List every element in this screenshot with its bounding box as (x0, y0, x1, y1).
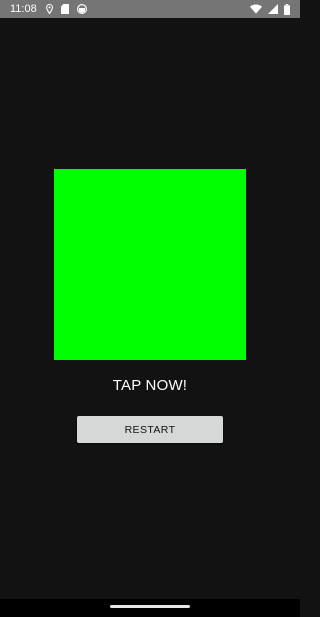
status-bar: 11:08 (0, 0, 300, 18)
home-gesture-handle[interactable] (110, 605, 190, 608)
app-screen: 11:08 TAP NOW! RESTART (0, 0, 300, 617)
tap-prompt: TAP NOW! (112, 377, 188, 394)
cellular-signal-icon (268, 4, 278, 14)
sd-card-icon (60, 4, 69, 14)
restart-button[interactable]: RESTART (77, 416, 223, 443)
reaction-target-square[interactable] (54, 169, 246, 360)
wifi-icon (250, 4, 262, 14)
status-time: 11:08 (10, 3, 37, 15)
navigation-bar (0, 599, 300, 617)
status-left-icons (45, 4, 87, 14)
status-right-icons (250, 3, 290, 15)
app-notification-icon (76, 4, 87, 14)
location-pin-icon (45, 4, 53, 14)
battery-icon (284, 3, 290, 15)
